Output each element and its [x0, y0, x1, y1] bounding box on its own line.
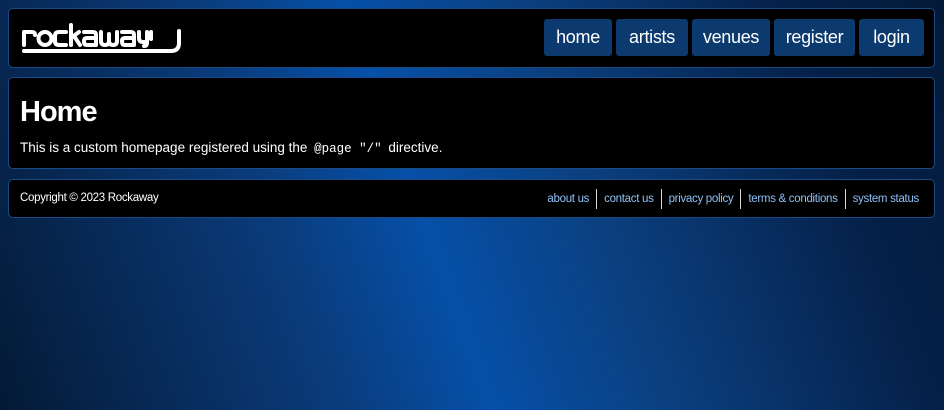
footer-link-terms-conditions[interactable]: terms & conditions [740, 189, 844, 209]
nav-artists-button[interactable]: artists [616, 19, 688, 56]
nav-home-button[interactable]: home [544, 19, 612, 56]
copyright-text: Copyright © 2023 Rockaway [20, 192, 159, 204]
description-text-end: directive. [384, 140, 443, 155]
footer-link-contact-us[interactable]: contact us [596, 189, 660, 209]
nav-venues-button[interactable]: venues [692, 19, 770, 56]
footer-link-system-status[interactable]: system status [844, 189, 926, 209]
nav-login-button[interactable]: login [859, 19, 924, 56]
description-text-start: This is a custom homepage registered usi… [20, 140, 312, 155]
rockaway-logo[interactable] [21, 19, 183, 55]
footer-link-privacy-policy[interactable]: privacy policy [660, 189, 741, 209]
footer-links: about us contact us privacy policy terms… [540, 189, 926, 209]
main-nav: home artists venues register login [544, 19, 924, 56]
site-header: home artists venues register login [8, 8, 935, 68]
site-footer: Copyright © 2023 Rockaway about us conta… [8, 179, 935, 218]
footer-link-about-us[interactable]: about us [540, 189, 596, 209]
page-title: Home [20, 96, 98, 128]
page-directive-code: @page "/" [314, 142, 382, 156]
main-content: Home This is a custom homepage registere… [8, 77, 935, 169]
page-description: This is a custom homepage registered usi… [20, 140, 442, 156]
nav-register-button[interactable]: register [774, 19, 855, 56]
rockaway-logo-graphic [22, 23, 181, 53]
